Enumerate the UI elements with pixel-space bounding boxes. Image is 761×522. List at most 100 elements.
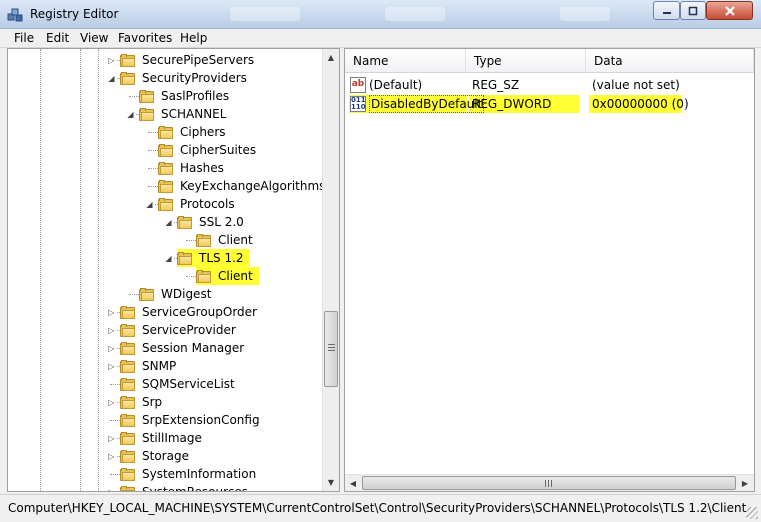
menu-file[interactable]: File [14, 31, 34, 45]
scroll-right-arrow-icon[interactable]: ▶ [737, 475, 753, 491]
title-bar[interactable]: Registry Editor [0, 0, 761, 29]
tree-item-client[interactable]: Client [196, 231, 255, 249]
tree-item-wdigest[interactable]: WDigest [139, 285, 213, 303]
value-data: (value not set) [592, 78, 680, 92]
tree-connector-line [129, 96, 139, 97]
tree-item-systemresources[interactable]: SystemResources [120, 483, 250, 491]
tree-item-client[interactable]: Client [196, 267, 259, 285]
tree-item-keyexchangealgorithms[interactable]: KeyExchangeAlgorithms [158, 177, 324, 195]
tree-item-sqmservicelist[interactable]: SQMServiceList [120, 375, 237, 393]
maximize-icon [688, 6, 698, 15]
tree-item-snmp[interactable]: SNMP [120, 357, 178, 375]
folder-icon [120, 395, 136, 409]
maximize-button[interactable] [680, 1, 706, 20]
window-title: Registry Editor [30, 7, 119, 21]
registry-tree-pane[interactable]: ▷ SecurePipeServers ◢ SecurityProviders Sasl… [7, 48, 340, 492]
column-header-name[interactable]: Name [345, 49, 466, 73]
tree-item-securepipeservers[interactable]: SecurePipeServers [120, 51, 256, 69]
tree-item-label: CipherSuites [180, 143, 257, 157]
folder-icon [139, 89, 155, 103]
tree-connector-line [110, 420, 120, 421]
close-button[interactable] [706, 1, 753, 20]
tree-item-ssl-2-0[interactable]: SSL 2.0 [177, 213, 246, 231]
list-item[interactable]: 011 110 DisabledByDefault REG_DWORD 0x00… [345, 95, 754, 113]
collapsed-arrow-icon[interactable]: ▷ [107, 308, 116, 317]
menu-edit[interactable]: Edit [46, 31, 69, 45]
tree-item-tls-1-2[interactable]: TLS 1.2 [177, 249, 250, 267]
tree-item-saslprofiles[interactable]: SaslProfiles [139, 87, 231, 105]
tree-item-label: SystemResources [140, 484, 250, 491]
folder-icon [139, 287, 155, 301]
folder-icon [177, 251, 193, 265]
tree-item-label: SQMServiceList [142, 377, 235, 391]
scroll-left-arrow-icon[interactable]: ◀ [345, 475, 361, 491]
resize-grip-icon[interactable] [746, 507, 758, 519]
tree-guide-line [80, 49, 81, 491]
tree-item-systeminformation[interactable]: SystemInformation [120, 465, 258, 483]
collapsed-arrow-icon[interactable]: ▷ [107, 362, 116, 371]
collapsed-arrow-icon[interactable]: ▷ [107, 488, 116, 491]
menu-favorites[interactable]: Favorites [118, 31, 172, 45]
tree-connector-line [129, 294, 139, 295]
value-type: REG_DWORD [472, 97, 552, 111]
folder-icon [120, 71, 136, 85]
list-item[interactable]: ab (Default) REG_SZ (value not set) [345, 76, 754, 94]
tree-item-schannel[interactable]: SCHANNEL [139, 105, 228, 123]
folder-icon [120, 305, 136, 319]
tree-item-label: SrpExtensionConfig [142, 413, 260, 427]
collapsed-arrow-icon[interactable]: ▷ [107, 452, 116, 461]
folder-icon [139, 107, 155, 121]
folder-icon [158, 143, 174, 157]
tree-vertical-scrollbar[interactable]: ▲ ▼ [322, 49, 339, 491]
tree-item-storage[interactable]: Storage [120, 447, 191, 465]
registry-path: Computer\HKEY_LOCAL_MACHINE\SYSTEM\Curre… [8, 501, 747, 515]
column-header-data[interactable]: Data [586, 49, 754, 73]
expanded-arrow-icon[interactable]: ◢ [164, 218, 173, 227]
tree-item-ciphersuites[interactable]: CipherSuites [158, 141, 258, 159]
folder-icon [120, 377, 136, 391]
tree-item-session-manager[interactable]: Session Manager [120, 339, 246, 357]
value-name: (Default) [369, 78, 423, 92]
tree-item-label: SNMP [142, 359, 177, 373]
background-tab-blur [560, 7, 610, 21]
tree-item-stillimage[interactable]: StillImage [120, 429, 204, 447]
tree-item-protocols[interactable]: Protocols [158, 195, 237, 213]
tree-connector-line [148, 168, 158, 169]
tree-item-serviceprovider[interactable]: ServiceProvider [120, 321, 238, 339]
tree-item-ciphers[interactable]: Ciphers [158, 123, 228, 141]
scroll-up-arrow-icon[interactable]: ▲ [323, 49, 339, 66]
tree-connector-line [186, 240, 196, 241]
list-header: Name Type Data [345, 49, 754, 73]
tree-connector-line [148, 132, 158, 133]
tree-item-srp[interactable]: Srp [120, 393, 164, 411]
folder-icon [120, 485, 136, 491]
collapsed-arrow-icon[interactable]: ▷ [107, 56, 116, 65]
collapsed-arrow-icon[interactable]: ▷ [107, 398, 116, 407]
values-list-pane[interactable]: Name Type Data ab (Default) REG_SZ (valu… [344, 48, 755, 492]
tree-item-servicegrouporder[interactable]: ServiceGroupOrder [120, 303, 259, 321]
collapsed-arrow-icon[interactable]: ▷ [107, 344, 116, 353]
list-horizontal-scrollbar[interactable]: ◀ ▶ [345, 474, 754, 491]
tree-item-hashes[interactable]: Hashes [158, 159, 226, 177]
string-value-icon: ab [350, 77, 366, 93]
tree-item-label: ServiceGroupOrder [142, 305, 257, 319]
tree-item-securityproviders[interactable]: SecurityProviders [120, 69, 249, 87]
expanded-arrow-icon[interactable]: ◢ [107, 74, 116, 83]
minimize-button[interactable] [653, 1, 680, 20]
scrollbar-thumb[interactable] [362, 476, 736, 490]
scrollbar-thumb[interactable] [324, 311, 338, 387]
registry-tree: ▷ SecurePipeServers ◢ SecurityProviders Sasl… [8, 49, 324, 491]
registry-editor-icon [7, 8, 23, 22]
menu-help[interactable]: Help [180, 31, 207, 45]
expanded-arrow-icon[interactable]: ◢ [145, 200, 154, 209]
grip-line [548, 480, 549, 487]
collapsed-arrow-icon[interactable]: ▷ [107, 434, 116, 443]
menu-view[interactable]: View [80, 31, 108, 45]
background-tab-blur [385, 7, 445, 21]
tree-item-srpextensionconfig[interactable]: SrpExtensionConfig [120, 411, 262, 429]
scroll-down-arrow-icon[interactable]: ▼ [323, 474, 339, 491]
column-header-type[interactable]: Type [466, 49, 586, 73]
expanded-arrow-icon[interactable]: ◢ [164, 254, 173, 263]
collapsed-arrow-icon[interactable]: ▷ [107, 326, 116, 335]
expanded-arrow-icon[interactable]: ◢ [126, 110, 135, 119]
